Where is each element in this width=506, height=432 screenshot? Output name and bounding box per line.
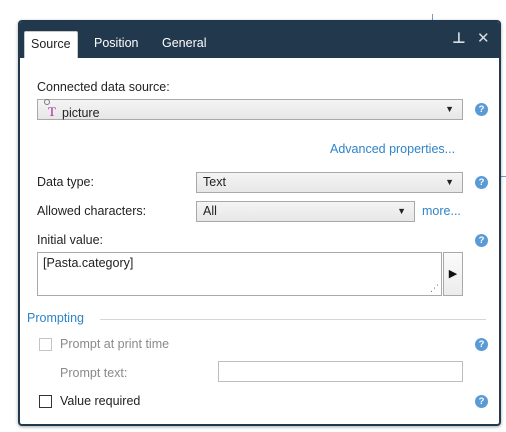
allowed-characters-label: Allowed characters: xyxy=(37,204,147,218)
help-icon[interactable]: ? xyxy=(475,338,488,351)
properties-panel: Source Position General ⊥ ✕ Connected da… xyxy=(18,20,501,426)
value-required-checkbox[interactable] xyxy=(39,395,52,408)
data-type-value: Text xyxy=(203,175,226,189)
help-icon[interactable]: ? xyxy=(475,395,488,408)
data-type-label: Data type: xyxy=(37,175,94,189)
data-type-dropdown[interactable]: Text ▼ xyxy=(196,172,463,193)
initial-value-label: Initial value: xyxy=(37,233,104,247)
prompt-text-label: Prompt text: xyxy=(60,366,128,380)
prompt-text-input[interactable] xyxy=(218,361,463,382)
connected-data-source-value: picture xyxy=(62,106,100,120)
chevron-down-icon: ▼ xyxy=(445,104,454,114)
help-icon[interactable]: ? xyxy=(475,103,488,116)
connected-data-source-dropdown[interactable]: T picture ▼ xyxy=(37,99,463,120)
prompt-at-print-label: Prompt at print time xyxy=(60,337,170,351)
initial-value-textarea[interactable]: [Pasta.category] ⋰ xyxy=(37,252,442,296)
prompt-at-print-checkbox[interactable] xyxy=(39,338,52,351)
resize-grip-icon[interactable]: ⋰ xyxy=(430,284,439,293)
panel-titlebar: Source Position General ⊥ ✕ xyxy=(20,22,499,58)
insert-data-source-button[interactable]: ▶ xyxy=(443,252,463,296)
close-icon[interactable]: ✕ xyxy=(477,30,490,48)
help-icon[interactable]: ? xyxy=(475,234,488,247)
tab-general[interactable]: General xyxy=(162,31,206,58)
connected-data-source-label: Connected data source: xyxy=(37,80,170,94)
help-icon[interactable]: ? xyxy=(475,176,488,189)
pin-icon[interactable]: ⊥ xyxy=(452,30,466,48)
initial-value-text: [Pasta.category] xyxy=(43,256,134,270)
advanced-properties-link[interactable]: Advanced properties... xyxy=(330,142,455,156)
value-required-label: Value required xyxy=(60,394,141,408)
more-link[interactable]: more... xyxy=(422,204,461,218)
tab-source[interactable]: Source xyxy=(24,31,78,58)
allowed-characters-dropdown[interactable]: All ▼ xyxy=(196,201,415,222)
allowed-characters-value: All xyxy=(203,204,217,218)
tab-position[interactable]: Position xyxy=(94,31,138,58)
prompting-section-title: Prompting xyxy=(27,311,84,325)
chevron-down-icon: ▼ xyxy=(445,177,454,187)
chevron-down-icon: ▼ xyxy=(397,206,406,216)
section-divider xyxy=(100,319,486,320)
text-variable-icon: T xyxy=(44,99,58,119)
